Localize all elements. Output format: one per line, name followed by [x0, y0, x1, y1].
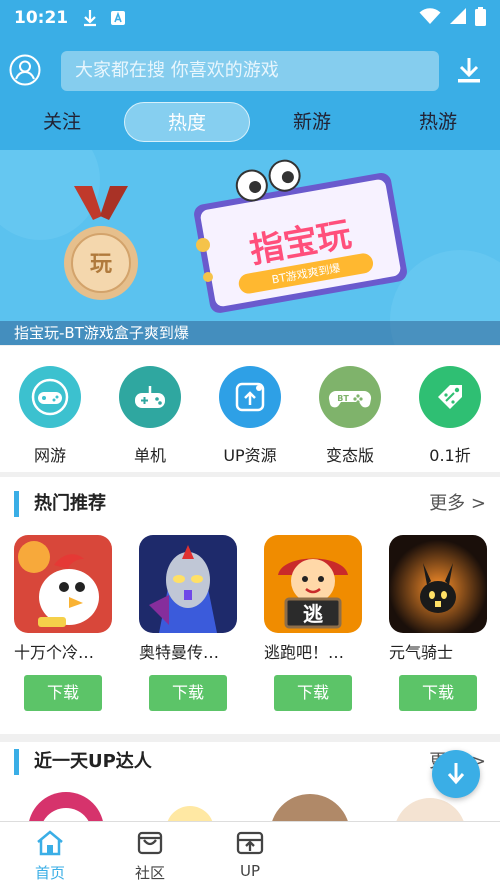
up-talent-section: 近一天UP达人 更多 > — [0, 742, 500, 822]
section-accent-bar — [14, 749, 19, 775]
category-label: 0.1折 — [429, 446, 471, 465]
category-discount[interactable]: 0.1折 — [405, 366, 495, 466]
status-right-icons — [419, 6, 486, 30]
user-icon — [9, 54, 41, 86]
tab-hot[interactable]: 热度 — [124, 102, 250, 142]
category-up-resources[interactable]: UP资源 — [205, 366, 295, 466]
game-thumbnail[interactable] — [389, 535, 487, 633]
community-icon — [137, 831, 163, 855]
section-header: 近一天UP达人 更多 > — [0, 749, 500, 775]
category-grid: 网游 单机 UP资源 BT 变态版 0.1折 — [0, 346, 500, 472]
banner-art: 玩 指宝玩 BT游戏爽到爆 — [0, 150, 500, 345]
download-button[interactable]: 下载 — [149, 675, 227, 711]
joystick-icon — [119, 366, 181, 428]
section-title: 热门推荐 — [34, 493, 106, 514]
app-notification-icon — [110, 10, 126, 26]
game-name: 逃跑吧！… — [264, 643, 345, 662]
game-name: 十万个冷… — [14, 643, 95, 662]
signal-icon — [449, 7, 467, 29]
category-tabs: 关注 热度 新游 热游 — [0, 100, 500, 144]
svg-text:BT: BT — [337, 394, 349, 403]
download-manager-button[interactable] — [456, 56, 482, 84]
download-button[interactable]: 下载 — [274, 675, 352, 711]
arrow-down-icon — [447, 763, 465, 785]
section-header: 热门推荐 更多 > — [0, 491, 500, 517]
download-button[interactable]: 下载 — [24, 675, 102, 711]
nav-label: UP — [239, 862, 261, 880]
share-upload-icon — [219, 366, 281, 428]
game-card[interactable]: 奥特曼传… 下载 — [139, 535, 249, 711]
download-button[interactable]: 下载 — [399, 675, 477, 711]
tab-trending[interactable]: 热游 — [398, 102, 478, 142]
promo-banner[interactable]: 玩 指宝玩 BT游戏爽到爆 指宝玩-BT游戏盒子爽到爆 — [0, 150, 500, 345]
upload-box-icon — [236, 831, 264, 855]
category-label: UP资源 — [223, 446, 277, 465]
nav-community[interactable]: 社区 — [110, 830, 190, 883]
nav-label: 社区 — [134, 864, 165, 882]
game-thumbnail[interactable] — [14, 535, 112, 633]
thumb-text: 逃 — [303, 602, 324, 626]
battery-icon — [475, 6, 486, 30]
category-online-games[interactable]: 网游 — [5, 366, 95, 466]
up-avatar[interactable] — [394, 798, 466, 822]
game-name: 元气骑士 — [389, 643, 454, 662]
nav-up[interactable]: UP — [210, 830, 290, 880]
nav-home[interactable]: 首页 — [10, 830, 90, 883]
nav-label: 首页 — [34, 864, 65, 882]
wifi-icon — [419, 7, 441, 29]
category-modded[interactable]: BT 变态版 — [305, 366, 395, 466]
game-thumbnail[interactable]: 逃 — [264, 535, 362, 633]
user-avatar-button[interactable] — [9, 54, 41, 86]
status-bar: 10:21 — [0, 0, 500, 36]
tab-follow[interactable]: 关注 — [22, 102, 102, 142]
banner-caption: 指宝玩-BT游戏盒子爽到爆 — [0, 321, 500, 345]
header: 大家都在搜 你喜欢的游戏 关注 热度 新游 热游 — [0, 36, 500, 150]
download-status-icon — [82, 9, 98, 27]
bottom-navigation: 首页 社区 UP — [0, 821, 500, 889]
search-input[interactable]: 大家都在搜 你喜欢的游戏 — [61, 51, 439, 91]
app-logo-board: 指宝玩 BT游戏爽到爆 — [194, 159, 407, 313]
more-link[interactable]: 更多 > — [429, 491, 486, 517]
tab-new[interactable]: 新游 — [272, 102, 352, 142]
floating-download-button[interactable] — [432, 750, 480, 798]
status-time: 10:21 — [14, 8, 69, 28]
game-name: 奥特曼传… — [139, 643, 220, 662]
category-single-player[interactable]: 单机 — [105, 366, 195, 466]
gamepad-icon — [19, 366, 81, 428]
category-label: 变态版 — [325, 446, 374, 465]
up-avatars-row — [28, 792, 466, 822]
download-icon — [458, 58, 480, 83]
hot-recommend-section: 热门推荐 更多 > 十万个冷… 下载 奥特曼传… 下载 逃 逃跑吧！… 下载 元… — [0, 477, 500, 734]
category-label: 网游 — [33, 446, 66, 465]
game-card[interactable]: 十万个冷… 下载 — [14, 535, 124, 711]
bt-gamepad-icon: BT — [319, 366, 381, 428]
medal-text: 玩 — [90, 252, 112, 277]
up-avatar[interactable] — [166, 806, 214, 822]
game-card[interactable]: 逃 逃跑吧！… 下载 — [264, 535, 374, 711]
game-thumbnail[interactable] — [139, 535, 237, 633]
discount-tag-icon — [419, 366, 481, 428]
game-card[interactable]: 元气骑士 下载 — [389, 535, 499, 711]
section-title: 近一天UP达人 — [34, 751, 152, 772]
category-label: 单机 — [133, 446, 166, 465]
section-accent-bar — [14, 491, 19, 517]
home-icon — [37, 830, 63, 856]
up-avatar[interactable] — [270, 794, 350, 822]
